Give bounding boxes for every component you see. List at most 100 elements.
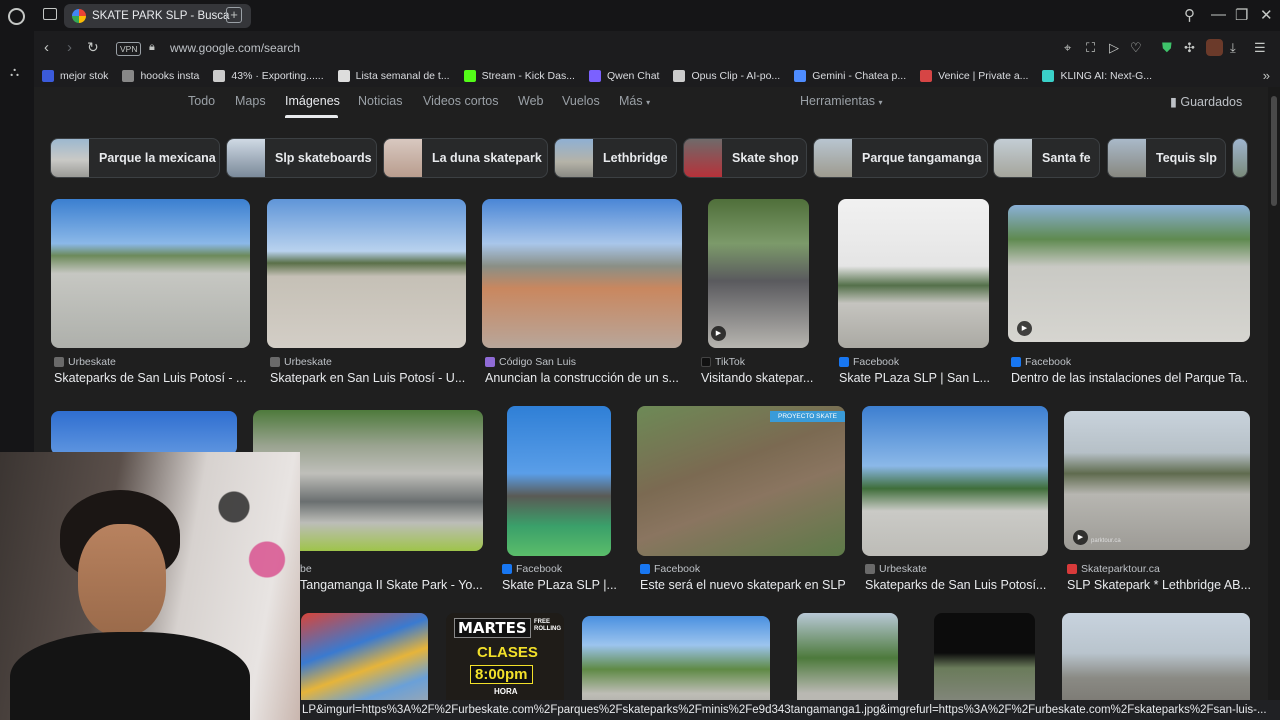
chip-tequis-slp[interactable]: Tequis slp (1107, 138, 1226, 178)
result-title[interactable]: Visitando skatepar... (701, 371, 817, 385)
chip-la-duna-skatepark[interactable]: La duna skatepark (383, 138, 548, 178)
chip-parque-la-mexicana[interactable]: Parque la mexicana (50, 138, 220, 178)
result-title[interactable]: Skate PLaza SLP |... (502, 578, 620, 592)
result-source[interactable]: Urbeskate (54, 356, 116, 368)
result-image[interactable] (51, 411, 237, 455)
bookmarks-overflow-icon[interactable]: » (1263, 68, 1270, 83)
aria-icon[interactable]: ⛬ (10, 64, 19, 80)
result-image[interactable] (1062, 613, 1250, 713)
result-source[interactable]: Facebook (839, 356, 899, 368)
tab-imagenes[interactable]: Imágenes (285, 94, 340, 108)
tab-vuelos[interactable]: Vuelos (562, 94, 600, 108)
watermark-text: parktour.ca (1091, 538, 1121, 544)
bookmark-item[interactable]: Opus Clip - AI-po... (673, 70, 780, 82)
adblock-shield-icon[interactable]: ⛊ (1162, 40, 1172, 56)
url-field[interactable]: www.google.com/search (170, 41, 300, 55)
maximize-icon[interactable]: ❐ (1235, 6, 1248, 24)
result-title[interactable]: SLP Skatepark * Lethbridge AB... (1067, 578, 1253, 592)
search-tabs-icon[interactable]: ⚲ (1184, 6, 1195, 24)
result-image[interactable] (482, 199, 682, 348)
chip-skate-shop[interactable]: Skate shop (683, 138, 807, 178)
result-source[interactable]: TikTok (701, 356, 745, 368)
result-image[interactable] (934, 613, 1035, 713)
active-tab[interactable]: SKATE PARK SLP - Busca (64, 4, 251, 28)
heart-icon[interactable]: ♡ (1130, 40, 1142, 56)
result-source[interactable]: Facebook (1011, 356, 1071, 368)
result-image[interactable] (838, 199, 989, 348)
result-image[interactable] (797, 613, 898, 713)
pin-icon[interactable]: ⌖ (1064, 40, 1071, 56)
download-icon[interactable]: ⤓ (1230, 40, 1236, 56)
result-image[interactable]: PROYECTO SKATE (637, 406, 845, 556)
tools-button[interactable]: Herramientas ▾ (800, 94, 883, 108)
source-label: Urbeskate (284, 356, 332, 368)
tab-noticias[interactable]: Noticias (358, 94, 402, 108)
menu-icon[interactable]: ☰ (1254, 40, 1266, 56)
back-icon[interactable]: ‹ (44, 39, 49, 56)
bookmark-item[interactable]: Lista semanal de t... (337, 70, 450, 82)
result-image[interactable] (862, 406, 1048, 556)
result-title[interactable]: Anuncian la construcción de un s... (485, 371, 685, 385)
vpn-badge[interactable]: VPN (116, 42, 142, 56)
tab-mas[interactable]: Más ▾ (619, 94, 650, 108)
chip-thumbnail (814, 139, 852, 177)
chip-parque-tangamanga[interactable]: Parque tangamanga (813, 138, 988, 178)
scrollbar-thumb[interactable] (1271, 96, 1277, 206)
result-title[interactable]: Skateparks de San Luis Potosí - ... (54, 371, 254, 385)
saved-button[interactable]: ▮ Guardados (1170, 94, 1242, 109)
facebook-favicon-icon (640, 564, 650, 574)
result-title[interactable]: Tangamanga II Skate Park - Yo... (300, 578, 488, 592)
minimize-icon[interactable]: — (1211, 6, 1226, 23)
result-source[interactable]: Urbeskate (270, 356, 332, 368)
player-icon[interactable]: ▷ (1109, 40, 1119, 56)
chip-lethbridge[interactable]: Lethbridge (554, 138, 677, 178)
snapshot-icon[interactable]: ⛶ (1086, 40, 1095, 56)
result-image[interactable] (582, 616, 770, 713)
tab-todo[interactable]: Todo (188, 94, 215, 108)
chip-santa-fe[interactable]: Santa fe (993, 138, 1100, 178)
bookmark-item[interactable]: Stream - Kick Das... (463, 70, 575, 82)
result-title[interactable]: Dentro de las instalaciones del Parque T… (1011, 371, 1247, 385)
result-source[interactable]: Facebook (502, 563, 562, 575)
result-title[interactable]: Skate PLaza SLP | San L... (839, 371, 991, 385)
bookmark-item[interactable]: Venice | Private a... (920, 70, 1028, 82)
result-source[interactable]: Urbeskate (865, 563, 927, 575)
result-image[interactable] (301, 613, 428, 713)
new-tab-button[interactable]: + (226, 7, 242, 23)
result-image[interactable] (267, 199, 466, 348)
result-source[interactable]: Skateparktour.ca (1067, 563, 1160, 575)
result-source[interactable]: be (300, 563, 312, 575)
bookmark-item[interactable]: 43% · Exporting...... (213, 70, 324, 82)
bookmark-item[interactable]: KLING AI: Next-G... (1042, 70, 1152, 82)
bookmark-item[interactable]: Gemini - Chatea p... (794, 70, 906, 82)
profile-avatar[interactable] (1206, 39, 1223, 56)
opera-logo-icon[interactable] (8, 8, 25, 25)
tab-island-icon[interactable] (43, 8, 57, 20)
bookmark-item[interactable]: mejor stok (42, 70, 108, 82)
facebook-favicon-icon (1011, 357, 1021, 367)
result-image[interactable]: ▶ parktour.ca (1064, 411, 1250, 550)
result-source[interactable]: Código San Luis (485, 356, 576, 368)
result-title[interactable]: Skateparks de San Luis Potosí... (865, 578, 1051, 592)
close-icon[interactable]: ✕ (1260, 6, 1273, 24)
tab-videos-cortos[interactable]: Videos cortos (423, 94, 499, 108)
bookmark-item[interactable]: hoooks insta (122, 70, 199, 82)
extensions-icon[interactable]: ✣ (1184, 40, 1195, 56)
lock-icon[interactable]: 🔒︎ (149, 41, 155, 54)
tab-web[interactable]: Web (518, 94, 543, 108)
reload-icon[interactable]: ↻ (87, 39, 99, 56)
chip-more[interactable] (1232, 138, 1248, 178)
result-image[interactable] (507, 406, 611, 556)
result-image[interactable] (51, 199, 250, 348)
chip-thumbnail (555, 139, 593, 177)
chip-slp-skateboards[interactable]: Slp skateboards (226, 138, 377, 178)
forward-icon[interactable]: › (67, 39, 72, 56)
tab-maps[interactable]: Maps (235, 94, 266, 108)
result-title[interactable]: Este será el nuevo skatepark en SLP (640, 578, 850, 592)
bookmark-item[interactable]: Qwen Chat (588, 70, 659, 82)
result-image[interactable]: ▶ (708, 199, 809, 348)
result-source[interactable]: Facebook (640, 563, 700, 575)
result-image[interactable]: MARTES FREE ROLLING CLASES 8:00pm HORA (446, 613, 564, 713)
result-image[interactable]: ▶ (1008, 205, 1250, 342)
result-title[interactable]: Skatepark en San Luis Potosí - U... (270, 371, 470, 385)
